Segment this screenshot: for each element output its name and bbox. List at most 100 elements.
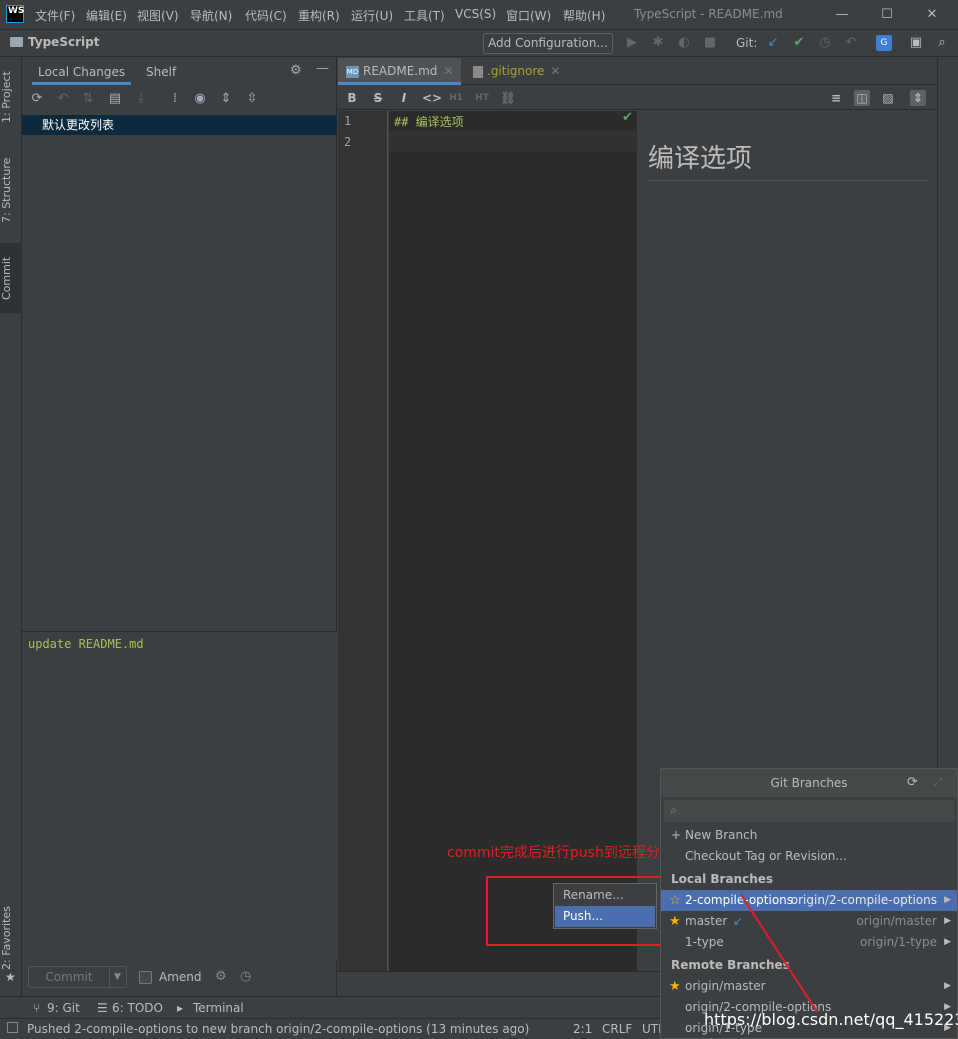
expand-all-icon[interactable]: ⇕ <box>218 91 234 107</box>
menu-vcs[interactable]: VCS(S) <box>455 7 496 21</box>
update-project-icon[interactable]: ↙ <box>765 35 781 51</box>
rollback-icon[interactable]: ↶ <box>55 91 71 107</box>
project-tool-tab[interactable]: 1: Project <box>0 60 22 135</box>
rename-menu-item[interactable]: Rename... <box>555 885 655 906</box>
eye-icon[interactable]: ◉ <box>192 91 208 107</box>
tab-gitignore[interactable]: .gitignore ✕ <box>465 58 568 85</box>
table-button[interactable]: HT <box>474 90 490 106</box>
code-line-1[interactable]: ## 编译选项 <box>394 113 464 130</box>
status-message[interactable]: Pushed 2-compile-options to new branch o… <box>27 1022 529 1036</box>
menu-tools[interactable]: 工具(T) <box>404 7 445 24</box>
translate-icon[interactable]: G <box>876 35 892 51</box>
stop-icon[interactable]: ■ <box>702 35 718 51</box>
changelist-row[interactable]: 默认更改列表 <box>22 115 337 135</box>
favorites-tool-tab[interactable]: 2: Favorites <box>0 898 22 978</box>
commit-history-icon[interactable]: ◷ <box>240 969 251 984</box>
show-diff-icon[interactable]: ⇅ <box>80 91 96 107</box>
project-breadcrumb[interactable]: TypeScript <box>28 35 99 49</box>
menu-help[interactable]: 帮助(H) <box>563 7 605 24</box>
tool-tab-terminal[interactable]: Terminal <box>193 1001 244 1015</box>
collapse-all-icon[interactable]: ⇳ <box>244 91 260 107</box>
tool-tab-todo[interactable]: 6: TODO <box>112 1001 163 1015</box>
amend-label: Amend <box>159 970 202 984</box>
close-tab-icon[interactable]: ✕ <box>550 64 560 78</box>
heading-rule <box>648 180 929 181</box>
branch-context-menu: Rename... Push... <box>553 883 657 929</box>
branch-search-input[interactable]: ⌕ <box>663 799 955 823</box>
strikethrough-button[interactable]: S <box>370 90 386 106</box>
tab-shelf[interactable]: Shelf <box>140 63 182 85</box>
preview-only-icon[interactable]: ▨ <box>880 90 896 106</box>
group-by-icon[interactable]: ⁞ <box>167 91 183 107</box>
submenu-arrow-icon: ▶ <box>944 981 951 991</box>
close-window-button[interactable]: ✕ <box>916 4 948 26</box>
editor-gutter: 1 2 <box>338 111 388 971</box>
gitignore-file-icon <box>473 65 483 78</box>
pin-icon[interactable]: ⤢ <box>933 775 943 790</box>
commit-message-text[interactable]: update README.md <box>28 637 144 651</box>
tab-gitignore-label: .gitignore <box>487 64 545 78</box>
sync-scroll-icon[interactable]: ⇕ <box>910 90 926 106</box>
menu-window[interactable]: 窗口(W) <box>506 7 551 24</box>
maximize-button[interactable]: ☐ <box>871 4 903 26</box>
commit-tool-tab[interactable]: Commit <box>0 243 22 313</box>
close-tab-icon[interactable]: ✕ <box>443 64 453 78</box>
branch-row-master[interactable]: ★ master ↙ origin/master ▶ <box>661 911 957 932</box>
branch-row-2-compile-options[interactable]: ☆ 2-compile-options origin/2-compile-opt… <box>661 890 957 911</box>
menu-file[interactable]: 文件(F) <box>35 7 75 24</box>
tab-readme[interactable]: MD README.md ✕ <box>338 58 461 85</box>
link-icon[interactable]: ⛓ <box>500 90 516 106</box>
git-label: Git: <box>736 36 758 50</box>
gear-icon[interactable]: ⚙ <box>290 63 302 78</box>
minimize-button[interactable]: — <box>826 4 858 26</box>
preview-heading: 编译选项 <box>648 144 753 174</box>
search-icon[interactable]: ⌕ <box>934 35 950 51</box>
header-button[interactable]: H1 <box>448 90 464 106</box>
rollback-icon[interactable]: ↶ <box>843 35 859 51</box>
debug-icon[interactable]: ✱ <box>650 35 666 51</box>
refresh-icon[interactable]: ⟳ <box>907 775 918 790</box>
shelve-icon[interactable]: ⤓ <box>133 91 149 107</box>
structure-tool-tab[interactable]: 7: Structure <box>0 148 22 233</box>
menu-view[interactable]: 视图(V) <box>137 7 179 24</box>
branch-row-1-type[interactable]: 1-type origin/1-type ▶ <box>661 932 957 953</box>
menu-code[interactable]: 代码(C) <box>245 7 287 24</box>
menu-run[interactable]: 运行(U) <box>351 7 393 24</box>
chevron-down-icon[interactable]: ▼ <box>109 966 127 988</box>
tool-tab-git[interactable]: 9: Git <box>47 1001 80 1015</box>
coverage-icon[interactable]: ◐ <box>676 35 692 51</box>
refresh-icon[interactable]: ⟳ <box>29 91 45 107</box>
caret-position[interactable]: 2:1 <box>573 1022 592 1036</box>
commit-panel: Local Changes Shelf ⚙ — ⟳ ↶ ⇅ ▤ ⤓ ⁞ ◉ ⇕ … <box>22 58 337 996</box>
split-view-icon[interactable]: ◫ <box>854 90 870 106</box>
checkout-tag-item[interactable]: Checkout Tag or Revision... <box>661 846 957 867</box>
history-icon[interactable]: ◷ <box>817 35 833 51</box>
commit-options-gear-icon[interactable]: ⚙ <box>215 969 227 984</box>
bold-button[interactable]: B <box>344 90 360 106</box>
menu-refactor[interactable]: 重构(R) <box>298 7 340 24</box>
push-menu-item[interactable]: Push... <box>555 906 655 927</box>
hide-panel-icon[interactable]: — <box>316 61 329 76</box>
new-branch-item[interactable]: + New Branch <box>661 825 957 846</box>
italic-button[interactable]: I <box>396 90 412 106</box>
changelist-icon[interactable]: ▤ <box>107 91 123 107</box>
menu-edit[interactable]: 编辑(E) <box>86 7 127 24</box>
tab-readme-label: README.md <box>363 64 438 78</box>
run-icon[interactable]: ▶ <box>624 35 640 51</box>
tab-local-changes[interactable]: Local Changes <box>32 63 132 85</box>
plus-icon: + <box>671 828 682 842</box>
editor-only-icon[interactable]: ≡ <box>828 90 844 106</box>
commit-message-area[interactable]: update README.md <box>22 631 337 961</box>
status-toggle-icon[interactable] <box>7 1022 18 1033</box>
commit-button[interactable]: Commit <box>28 966 110 988</box>
presentation-icon[interactable]: ▣ <box>908 35 924 51</box>
remote-branch-origin-master[interactable]: ★ origin/master ▶ <box>661 976 957 997</box>
folder-icon <box>10 37 23 47</box>
commit-check-icon[interactable]: ✔ <box>791 35 807 51</box>
title-bar: WS 文件(F) 编辑(E) 视图(V) 导航(N) 代码(C) 重构(R) 运… <box>0 0 958 30</box>
line-separator[interactable]: CRLF <box>602 1022 632 1036</box>
menu-navigate[interactable]: 导航(N) <box>190 7 232 24</box>
add-configuration-button[interactable]: Add Configuration... <box>483 33 613 54</box>
code-button[interactable]: <> <box>422 90 442 106</box>
amend-checkbox[interactable] <box>139 971 152 984</box>
